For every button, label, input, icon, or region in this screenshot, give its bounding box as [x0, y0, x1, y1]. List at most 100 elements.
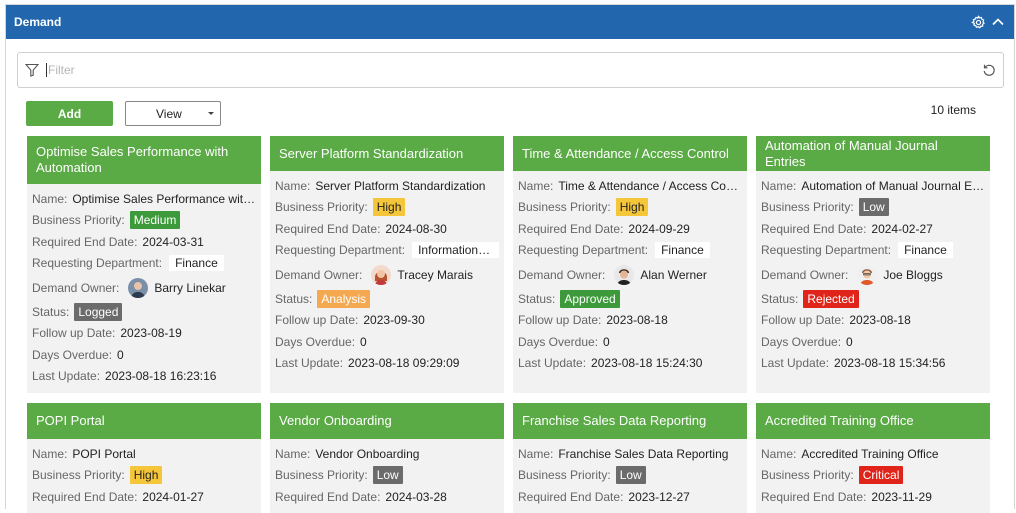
end-date-label: Required End Date:: [275, 221, 381, 236]
owner-name: Alan Werner: [640, 267, 707, 282]
name-label: Name:: [761, 446, 797, 461]
refresh-icon[interactable]: [975, 63, 1003, 77]
update-value: 2023-08-18 15:24:30: [591, 356, 703, 371]
card-title[interactable]: Accredited Training Office: [756, 403, 990, 439]
status-badge: Analysis: [317, 289, 371, 308]
priority-label: Business Priority:: [518, 468, 611, 483]
status-label: Status:: [275, 291, 313, 306]
owner-name: Joe Bloggs: [883, 267, 943, 282]
end-date-value: 2024-01-27: [142, 489, 204, 504]
demand-card[interactable]: Optimise Sales Performance with Automati…: [27, 136, 261, 393]
view-dropdown[interactable]: View: [125, 101, 221, 126]
filter-input[interactable]: [46, 63, 975, 77]
name-label: Name:: [32, 446, 68, 461]
status-badge: Logged: [74, 302, 123, 321]
card-title[interactable]: Automation of Manual Journal Entries: [756, 136, 990, 171]
name-value: Franchise Sales Data Reporting: [558, 446, 729, 461]
item-count: 10 items: [930, 103, 976, 117]
end-date-label: Required End Date:: [275, 489, 381, 504]
card-title[interactable]: Time & Attendance / Access Control: [513, 136, 747, 171]
view-label: View: [156, 106, 182, 121]
card-title[interactable]: Server Platform Standardization: [270, 136, 504, 171]
end-date-value: 2024-08-30: [385, 221, 447, 236]
filter-bar: [17, 52, 1004, 88]
owner-label: Demand Owner:: [275, 267, 363, 282]
demand-card[interactable]: POPI Portal Name: POPI Portal Business Pr…: [27, 403, 261, 513]
chevron-up-icon[interactable]: [990, 14, 1006, 30]
name-value: Accredited Training Office: [801, 446, 939, 461]
filter-icon: [18, 63, 46, 77]
priority-label: Business Priority:: [275, 468, 368, 483]
name-value: Automation of Manual Journal Ent…: [801, 178, 985, 193]
name-label: Name:: [275, 446, 311, 461]
dept-value: Finance: [169, 255, 224, 272]
overdue-value: 0: [117, 347, 124, 362]
end-date-value: 2023-11-29: [871, 489, 932, 504]
dept-value: Finance: [898, 242, 953, 259]
caret-down-icon: [208, 112, 214, 115]
end-date-label: Required End Date:: [761, 221, 867, 236]
update-label: Last Update:: [275, 356, 344, 371]
follow-label: Follow up Date:: [518, 313, 602, 328]
follow-value: 2023-09-30: [363, 313, 425, 328]
demand-card[interactable]: Time & Attendance / Access Control Name:…: [513, 136, 747, 393]
priority-badge: Low: [858, 198, 889, 217]
end-date-value: 2024-03-31: [142, 234, 204, 249]
demand-card[interactable]: Franchise Sales Data Reporting Name: Fran…: [513, 403, 747, 513]
avatar: [128, 277, 149, 298]
priority-label: Business Priority:: [518, 200, 611, 215]
card-title[interactable]: Vendor Onboarding: [270, 403, 504, 439]
overdue-value: 0: [846, 334, 853, 349]
overdue-label: Days Overdue:: [275, 334, 356, 349]
priority-badge: High: [615, 198, 649, 217]
card-title[interactable]: Franchise Sales Data Reporting: [513, 403, 747, 439]
gear-icon[interactable]: [970, 14, 986, 30]
update-value: 2023-08-18 09:29:09: [348, 356, 460, 371]
name-value: Server Platform Standardization: [315, 178, 486, 193]
name-value: Optimise Sales Performance with …: [72, 191, 256, 206]
end-date-label: Required End Date:: [761, 489, 867, 504]
follow-value: 2023-08-19: [120, 326, 182, 341]
overdue-value: 0: [603, 334, 610, 349]
demand-card[interactable]: Server Platform Standardization Name: Ser…: [270, 136, 504, 393]
follow-label: Follow up Date:: [32, 326, 116, 341]
status-label: Status:: [32, 304, 70, 319]
demand-card[interactable]: Automation of Manual Journal Entries Nam…: [756, 136, 990, 393]
dept-label: Requesting Department:: [518, 243, 649, 258]
demand-card[interactable]: Accredited Training Office Name: Accredit…: [756, 403, 990, 513]
owner-label: Demand Owner:: [32, 280, 120, 295]
avatar: [371, 264, 392, 285]
card-title[interactable]: POPI Portal: [27, 403, 261, 439]
follow-value: 2023-08-18: [849, 313, 911, 328]
update-label: Last Update:: [518, 356, 587, 371]
dept-label: Requesting Department:: [275, 243, 406, 258]
priority-label: Business Priority:: [761, 468, 854, 483]
add-button[interactable]: Add: [26, 101, 113, 126]
demand-card[interactable]: Vendor Onboarding Name: Vendor Onboarding…: [270, 403, 504, 513]
name-label: Name:: [32, 191, 68, 206]
owner-label: Demand Owner:: [761, 267, 849, 282]
overdue-label: Days Overdue:: [32, 347, 113, 362]
priority-badge: Critical: [858, 466, 904, 485]
end-date-label: Required End Date:: [518, 489, 624, 504]
priority-label: Business Priority:: [32, 213, 125, 228]
panel-title: Demand: [14, 15, 62, 29]
card-title[interactable]: Optimise Sales Performance with Automati…: [27, 136, 261, 184]
avatar: [614, 264, 635, 285]
priority-badge: Low: [615, 466, 646, 485]
status-label: Status:: [761, 291, 799, 306]
priority-badge: High: [372, 198, 406, 217]
dept-value: Information Techn: [412, 242, 499, 259]
status-badge: Rejected: [803, 289, 859, 308]
priority-badge: High: [129, 466, 163, 485]
name-label: Name:: [761, 178, 797, 193]
overdue-value: 0: [360, 334, 367, 349]
follow-label: Follow up Date:: [761, 313, 845, 328]
end-date-label: Required End Date:: [32, 489, 138, 504]
owner-name: Barry Linekar: [154, 280, 226, 295]
priority-badge: Low: [372, 466, 403, 485]
priority-label: Business Priority:: [32, 468, 125, 483]
name-label: Name:: [275, 178, 311, 193]
owner-name: Tracey Marais: [397, 267, 473, 282]
avatar: [857, 264, 878, 285]
